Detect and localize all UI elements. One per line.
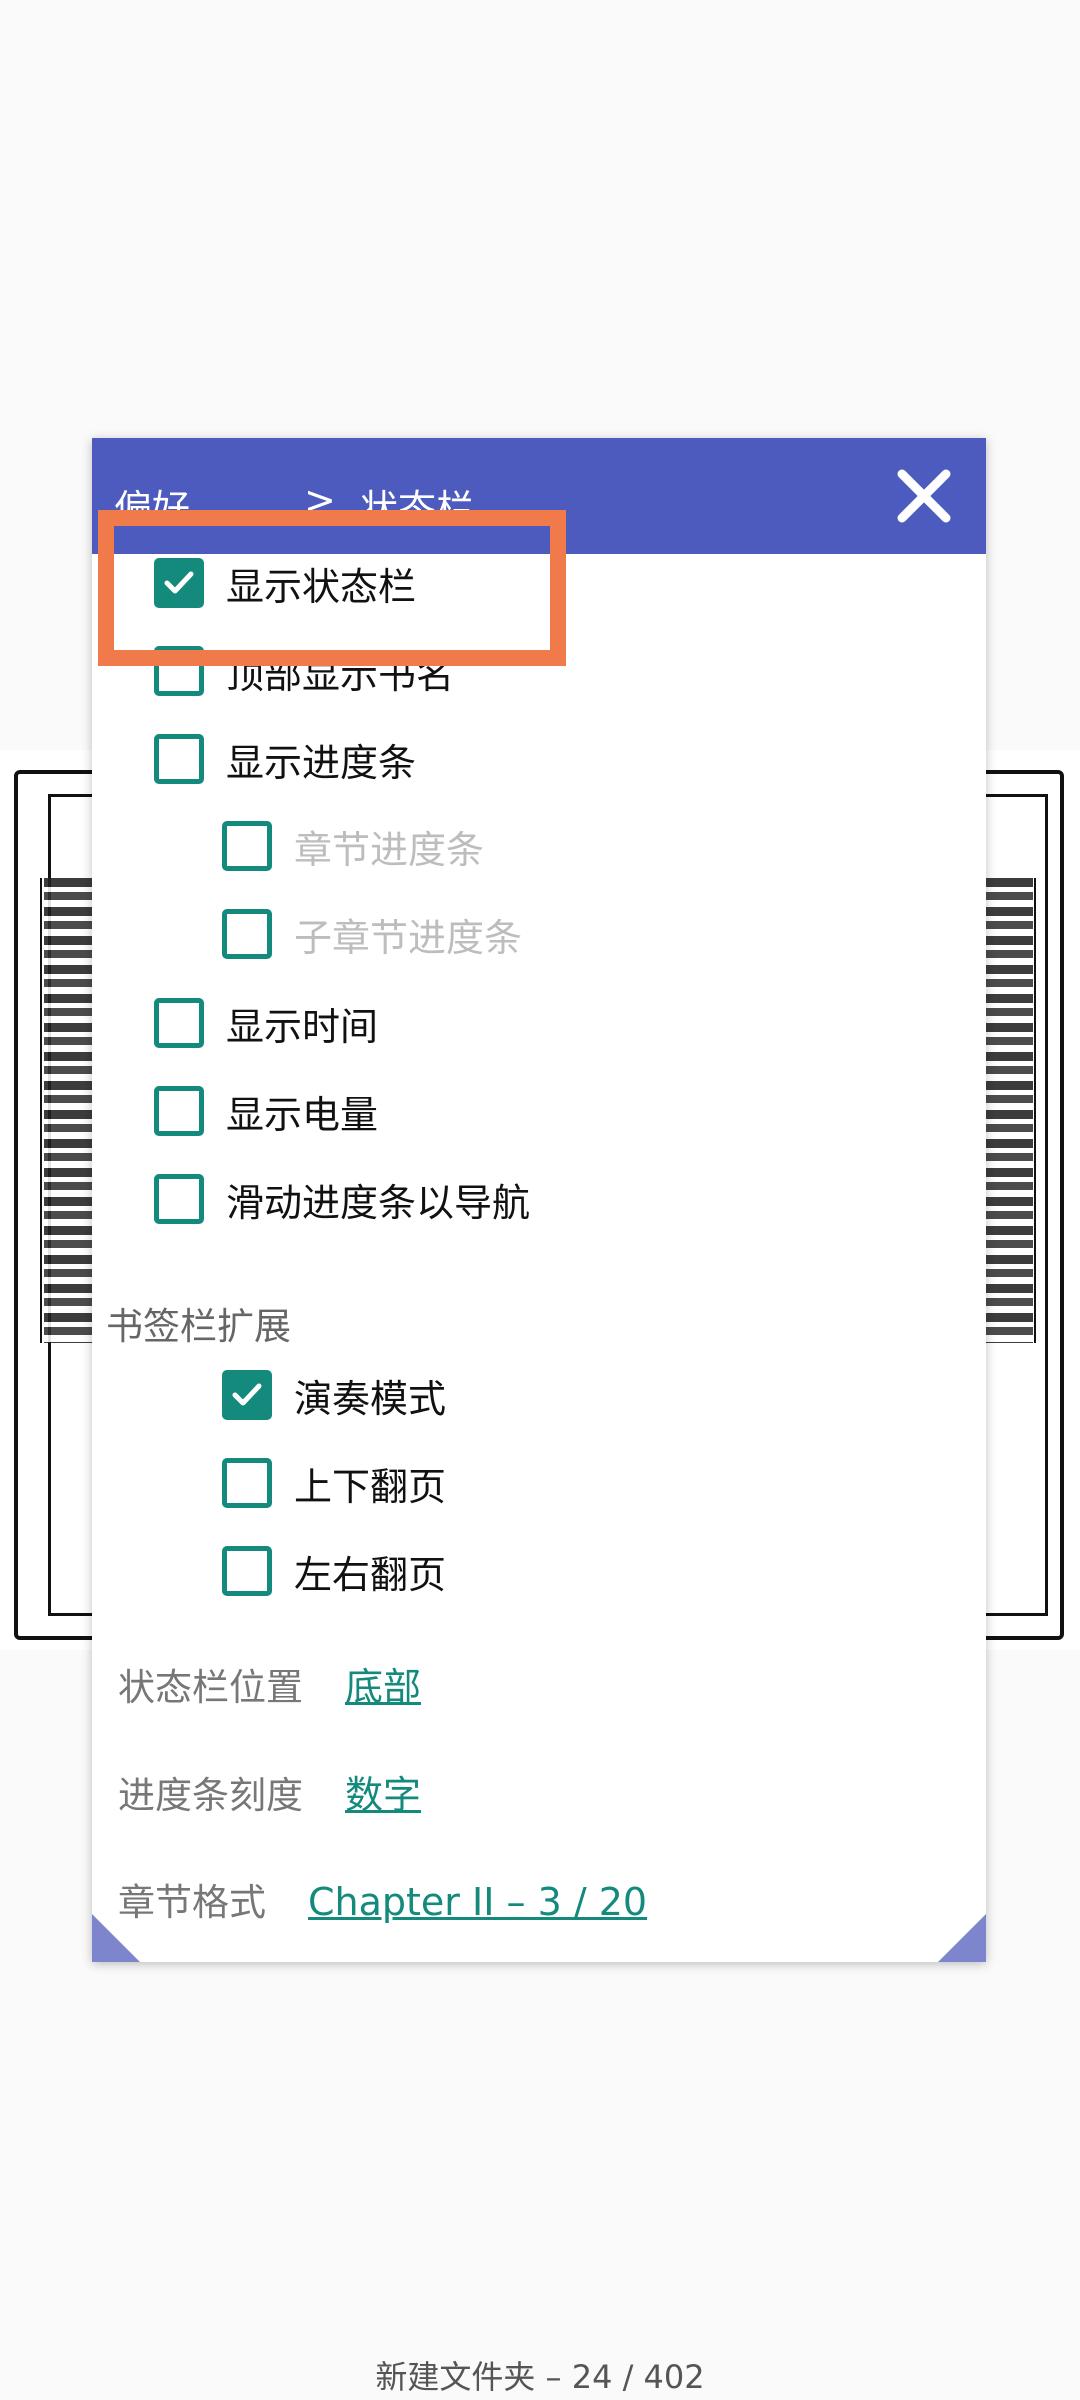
option-checkbox[interactable] — [154, 1174, 204, 1224]
bookmark-section-title: 书签栏扩展 — [106, 1305, 291, 1348]
breadcrumb-separator: > — [304, 478, 336, 522]
option-label: 滑动进度条以导航 — [226, 1180, 531, 1225]
resize-handle-left[interactable] — [92, 1914, 140, 1962]
option-row-4: 子章节进度条 — [222, 899, 522, 969]
book-column-rule — [1034, 878, 1036, 1343]
book-text-right-column — [978, 878, 1033, 1343]
option-row-5[interactable]: 显示时间 — [154, 988, 378, 1058]
setting-chapter-format: 章节格式 Chapter II – 3 / 20 — [118, 1872, 647, 1926]
option-checkbox[interactable] — [154, 734, 204, 784]
setting-key: 章节格式 — [118, 1881, 266, 1924]
option-checkbox[interactable] — [154, 646, 204, 696]
option-label: 显示时间 — [226, 1004, 379, 1049]
bookmark-option-row-2[interactable]: 左右翻页 — [222, 1536, 446, 1606]
option-label: 子章节进度条 — [294, 915, 523, 960]
chapter-format-link[interactable]: Chapter II – 3 / 20 — [308, 1880, 647, 1924]
breadcrumb-parent[interactable]: 偏好 — [114, 478, 190, 533]
setting-key: 进度条刻度 — [118, 1774, 303, 1817]
reader-screen: 偏好 > 状态栏 显示状态栏顶部显示书名 显示进度条章节进度条子章节进度条显示时间… — [0, 0, 1080, 2400]
dialog-header: 偏好 > 状态栏 — [92, 438, 986, 554]
close-icon[interactable] — [892, 464, 956, 528]
bookmark-option-label: 演奏模式 — [294, 1376, 447, 1421]
option-row-3: 章节进度条 — [222, 811, 484, 881]
breadcrumb-current: 状态栏 — [360, 487, 475, 531]
option-row-0[interactable]: 显示状态栏 — [154, 548, 416, 618]
bookmark-option-checkbox[interactable] — [222, 1458, 272, 1508]
bookmark-option-row-0[interactable]: 演奏模式 — [222, 1360, 446, 1430]
option-label: 显示进度条 — [226, 740, 417, 785]
bookmark-option-label: 左右翻页 — [294, 1552, 447, 1597]
option-checkbox — [222, 821, 272, 871]
option-row-2[interactable]: 显示进度条 — [154, 724, 416, 794]
bookmark-option-checkbox[interactable] — [222, 1370, 272, 1420]
progress-scale-link[interactable]: 数字 — [345, 1764, 421, 1819]
option-row-6[interactable]: 显示电量 — [154, 1076, 378, 1146]
status-bar-position-link[interactable]: 底部 — [345, 1656, 421, 1711]
option-checkbox[interactable] — [154, 558, 204, 608]
option-checkbox[interactable] — [154, 998, 204, 1048]
option-label: 显示状态栏 — [226, 564, 417, 609]
option-row-1[interactable]: 顶部显示书名 — [154, 636, 454, 706]
option-checkbox — [222, 909, 272, 959]
bookmark-option-checkbox[interactable] — [222, 1546, 272, 1596]
setting-progress-scale: 进度条刻度 数字 — [118, 1764, 421, 1819]
option-label: 显示电量 — [226, 1092, 379, 1137]
bookmark-option-label: 上下翻页 — [294, 1464, 447, 1509]
setting-status-bar-position: 状态栏位置 底部 — [118, 1656, 421, 1711]
option-row-7[interactable]: 滑动进度条以导航 — [154, 1164, 530, 1234]
option-label: 章节进度条 — [294, 827, 485, 872]
setting-key: 状态栏位置 — [118, 1666, 303, 1709]
bookmark-option-row-1[interactable]: 上下翻页 — [222, 1448, 446, 1518]
book-column-rule — [40, 878, 42, 1343]
footer-page-indicator: 新建文件夹 – 24 / 402 — [375, 2358, 705, 2396]
status-bar-settings-dialog: 偏好 > 状态栏 显示状态栏顶部显示书名 显示进度条章节进度条子章节进度条显示时间… — [92, 438, 986, 1962]
option-label: 顶部显示书名 — [226, 652, 455, 697]
resize-handle-right[interactable] — [938, 1914, 986, 1962]
option-checkbox[interactable] — [154, 1086, 204, 1136]
